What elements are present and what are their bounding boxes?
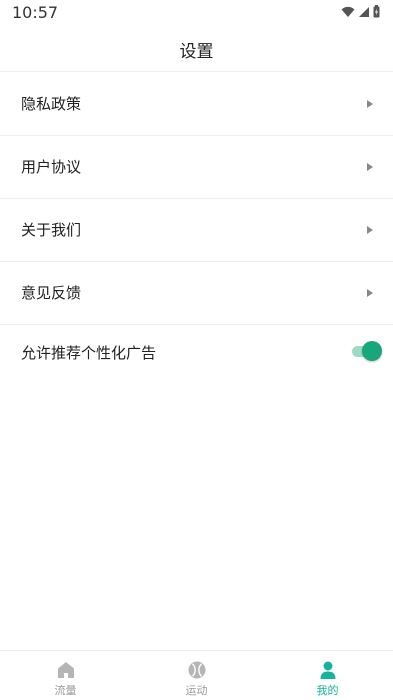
wifi-icon — [341, 6, 355, 17]
personalized-ads-toggle[interactable] — [352, 341, 382, 361]
status-icons — [341, 5, 380, 18]
settings-item-about-us[interactable]: 关于我们 — [0, 199, 393, 262]
person-icon — [320, 661, 335, 679]
item-label: 允许推荐个性化广告 — [21, 344, 157, 362]
settings-item-feedback[interactable]: 意见反馈 — [0, 262, 393, 325]
tab-label: 运动 — [185, 684, 208, 697]
baseball-icon — [188, 661, 205, 679]
cellular-signal-icon — [359, 6, 369, 17]
settings-item-privacy-policy[interactable]: 隐私政策 — [0, 73, 393, 136]
tab-mine[interactable]: 我的 — [262, 651, 393, 700]
chevron-right-icon — [367, 289, 373, 297]
item-label: 意见反馈 — [21, 284, 82, 302]
settings-item-user-agreement[interactable]: 用户协议 — [0, 136, 393, 199]
app-header: 设置 — [0, 24, 393, 72]
toggle-thumb — [362, 341, 382, 361]
bottom-tab-bar: 流量 运动 我的 — [0, 650, 393, 700]
settings-item-personalized-ads: 允许推荐个性化广告 — [0, 325, 393, 379]
item-label: 隐私政策 — [21, 95, 82, 113]
status-time: 10:57 — [12, 3, 59, 22]
battery-icon — [373, 5, 380, 18]
home-icon — [57, 662, 74, 678]
item-label: 用户协议 — [21, 158, 82, 176]
tab-sports[interactable]: 运动 — [131, 651, 262, 700]
chevron-right-icon — [367, 163, 373, 171]
settings-list: 隐私政策 用户协议 关于我们 意见反馈 允许推荐个性化广告 — [0, 73, 393, 379]
chevron-right-icon — [367, 226, 373, 234]
chevron-right-icon — [367, 100, 373, 108]
status-bar: 10:57 — [0, 0, 393, 24]
page-title: 设置 — [179, 42, 214, 62]
item-label: 关于我们 — [21, 221, 82, 239]
tab-traffic[interactable]: 流量 — [0, 651, 131, 700]
tab-label: 我的 — [316, 684, 339, 697]
tab-label: 流量 — [54, 684, 77, 697]
